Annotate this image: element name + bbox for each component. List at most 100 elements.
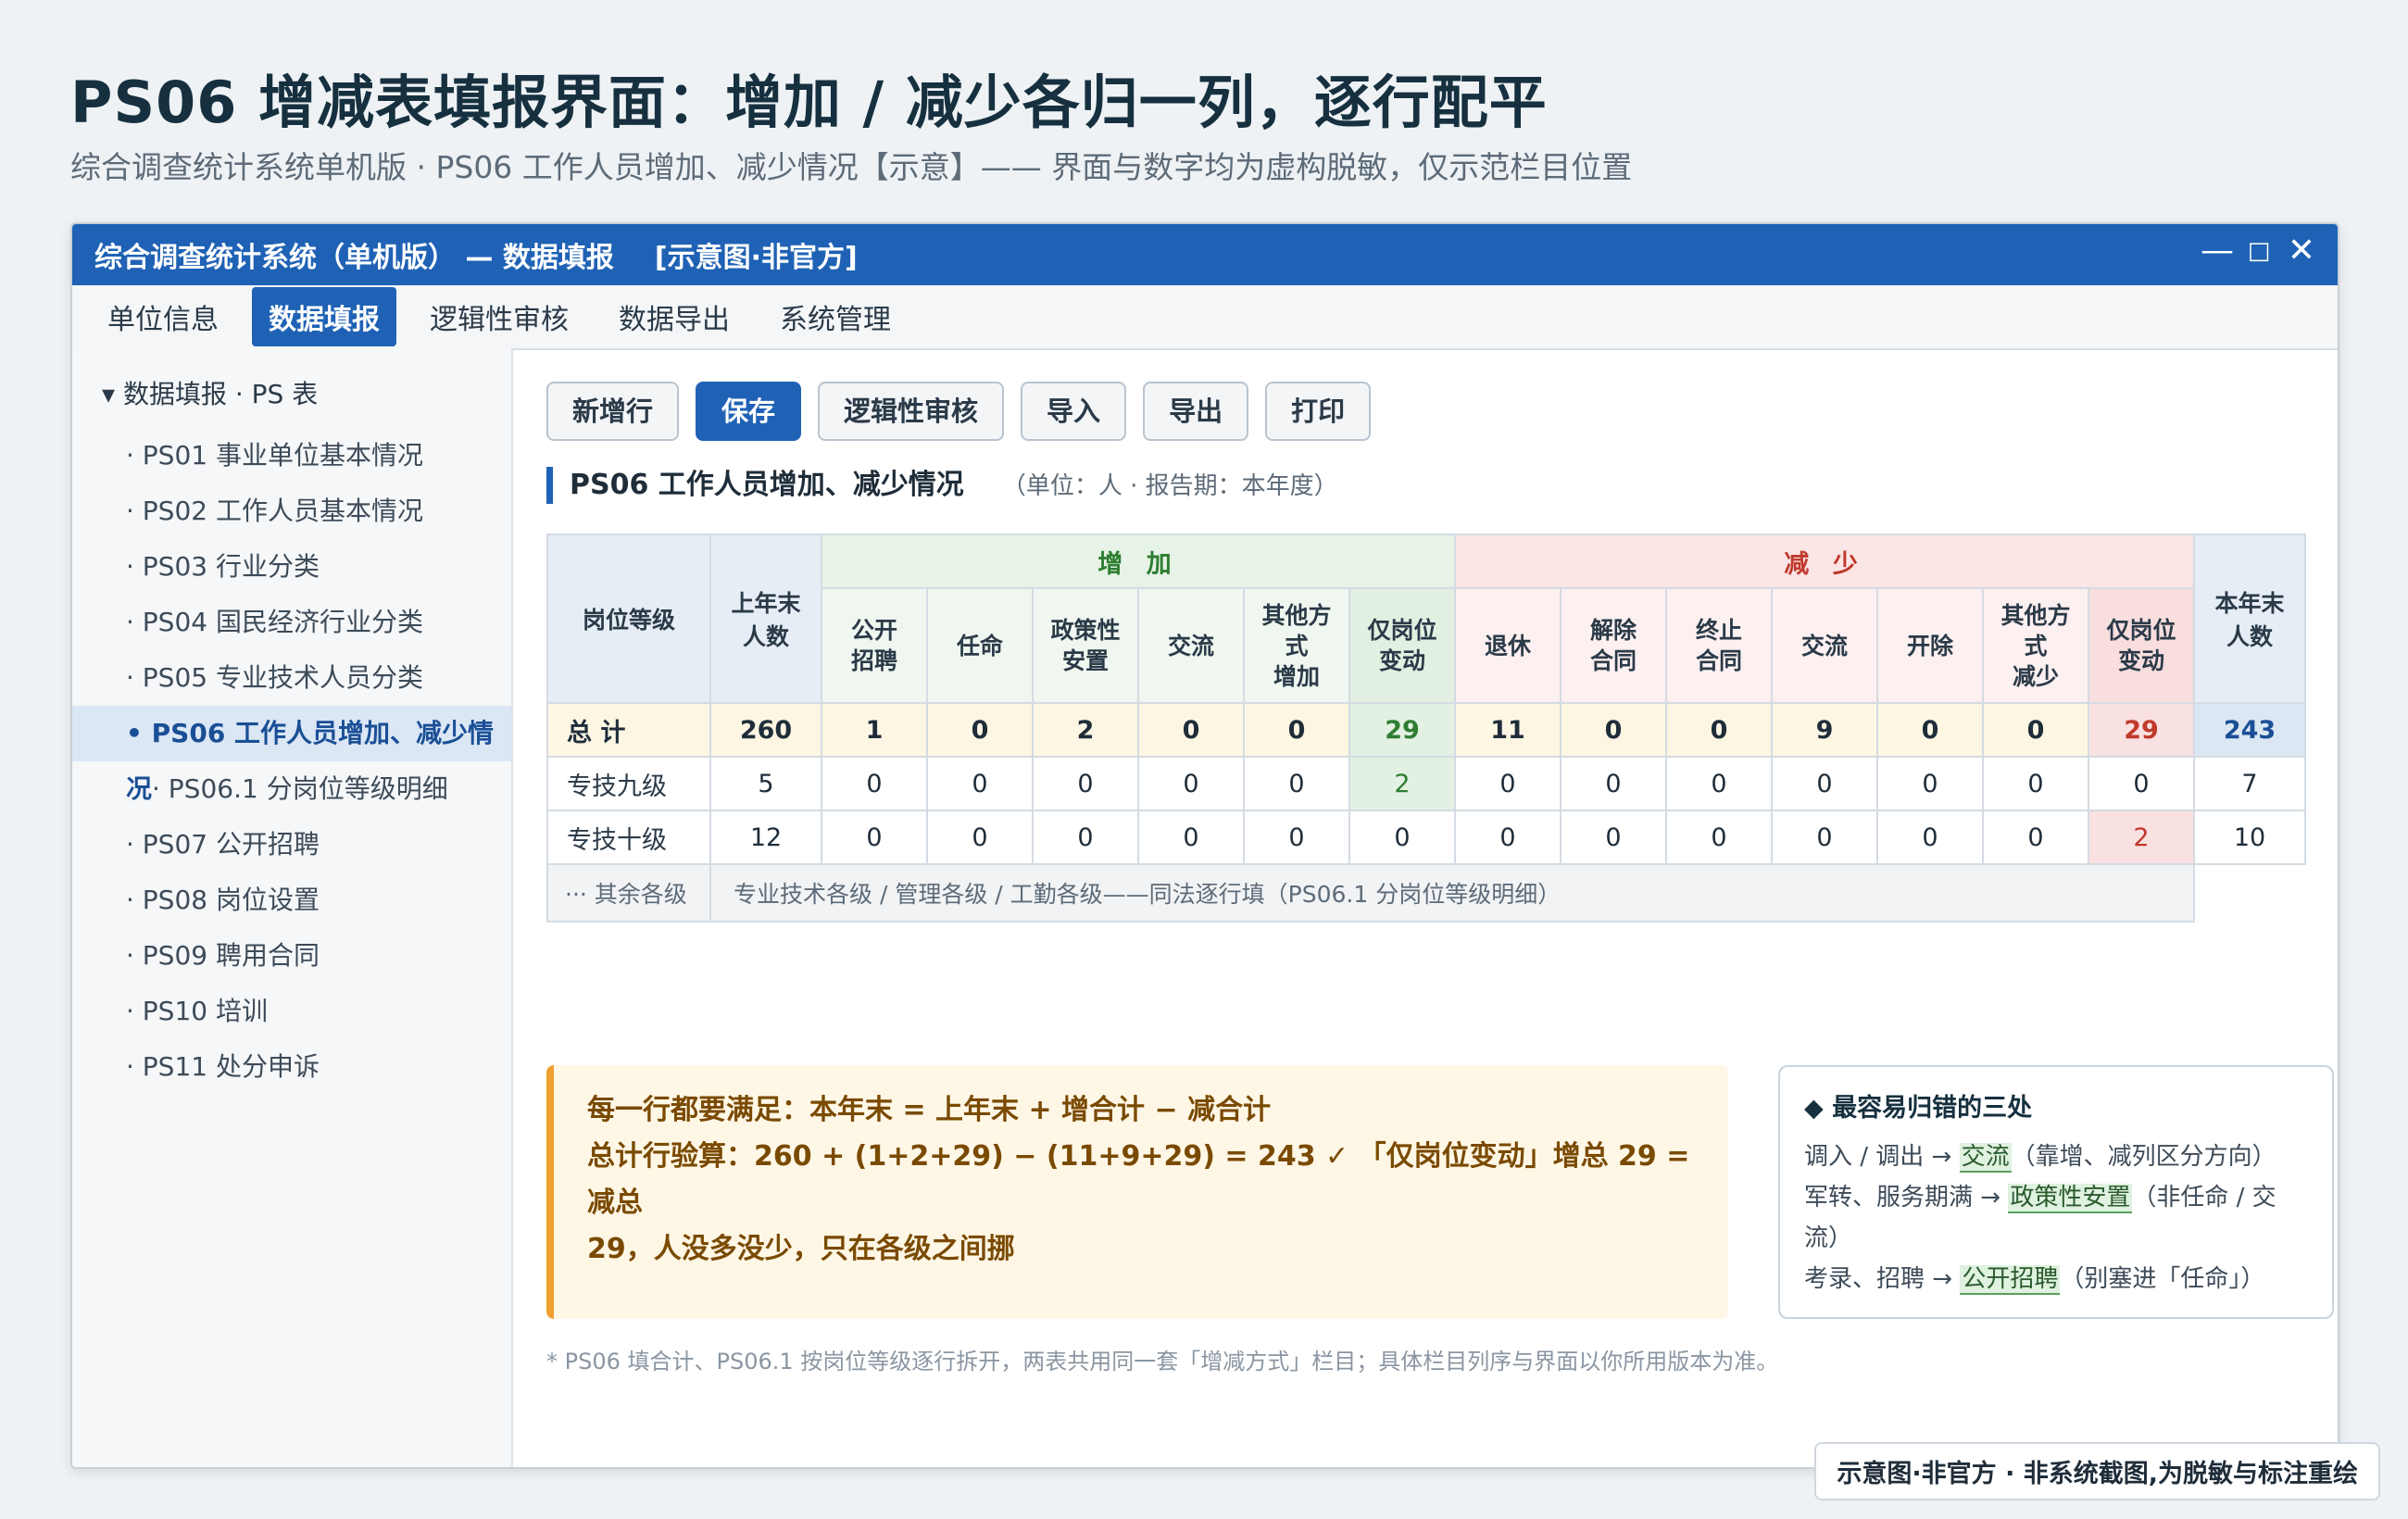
table-cell[interactable]: 0 — [1665, 756, 1773, 811]
sidebar-item-ps01[interactable]: · PS01 事业单位基本情况 — [72, 428, 511, 483]
table-cell[interactable]: 10 — [2193, 810, 2306, 865]
minimize-icon[interactable]: — — [2201, 232, 2234, 270]
table-cell[interactable]: 0 — [1665, 702, 1773, 758]
table-cell[interactable]: 0 — [1454, 810, 1561, 865]
table-cell[interactable]: 2 — [1032, 702, 1139, 758]
table-cell[interactable]: 0 — [1243, 756, 1350, 811]
header-dec-col: 交流 — [1771, 587, 1878, 704]
table-cell[interactable]: 0 — [1665, 810, 1773, 865]
header-inc-col: 公开 招聘 — [821, 587, 928, 704]
rule-box: 每一行都要满足：本年末 = 上年末 + 增合计 − 减合计 总计行验算：260 … — [546, 1065, 1728, 1319]
table-cell[interactable]: 0 — [1032, 810, 1139, 865]
header-inc-col-label: 增加 — [1273, 662, 1320, 690]
menu-system-admin[interactable]: 系统管理 — [763, 287, 908, 346]
table-cell[interactable]: 0 — [1137, 702, 1245, 758]
rule-line-1: 每一行都要满足：本年末 = 上年末 + 增合计 − 减合计 — [587, 1094, 1272, 1126]
menu-unit-info[interactable]: 单位信息 — [91, 287, 235, 346]
table-cell[interactable]: 0 — [821, 756, 928, 811]
table-cell[interactable]: 0 — [1876, 702, 1984, 758]
table-cell[interactable]: 0 — [926, 810, 1034, 865]
sidebar-item-ps08[interactable]: · PS08 岗位设置 — [72, 872, 511, 928]
sidebar-item-ps04[interactable]: · PS04 国民经济行业分类 — [72, 595, 511, 650]
table-cell[interactable]: 0 — [1243, 810, 1350, 865]
header-inc-col-label: 变动 — [1378, 647, 1425, 674]
header-dec-col-label: 其他方 — [2000, 601, 2071, 629]
header-year-end: 本年末 人数 — [2193, 534, 2306, 704]
table-cell[interactable]: 0 — [1982, 810, 2089, 865]
table-cell[interactable]: 0 — [1771, 810, 1878, 865]
table-cell[interactable]: 2 — [2088, 810, 2195, 865]
table-cell[interactable]: 0 — [2088, 756, 2195, 811]
table-cell[interactable]: 0 — [1771, 756, 1878, 811]
table-cell[interactable]: 2 — [1348, 756, 1456, 811]
table-cell[interactable]: 0 — [1137, 810, 1245, 865]
sidebar-item-ps10[interactable]: · PS10 培训 — [72, 984, 511, 1039]
header-level: 岗位等级 — [546, 534, 711, 704]
sidebar-item-ps09[interactable]: · PS09 聘用合同 — [72, 928, 511, 984]
section-title-text: PS06 工作人员增加、减少情况 — [570, 469, 964, 501]
header-dec-col: 终止 合同 — [1665, 587, 1773, 704]
disclaimer-badge: 示意图·非官方 · 非系统截图,为脱敏与标注重绘 — [1814, 1442, 2380, 1500]
header-inc-col: 交流 — [1137, 587, 1245, 704]
print-button[interactable]: 打印 — [1265, 382, 1372, 441]
header-inc-col-label: 公开 — [850, 617, 897, 644]
table-cell[interactable]: 0 — [1876, 756, 1984, 811]
table-cell[interactable]: 0 — [1560, 702, 1667, 758]
window-controls: — □ ✕ — [2201, 232, 2317, 270]
table-cell[interactable]: 0 — [1243, 702, 1350, 758]
add-row-button[interactable]: 新增行 — [546, 382, 680, 441]
menu-bar: 单位信息 数据填报 逻辑性审核 数据导出 系统管理 — [72, 285, 2338, 350]
table-cell[interactable]: 7 — [2193, 756, 2306, 811]
table-cell[interactable]: 260 — [709, 702, 822, 758]
close-icon[interactable]: ✕ — [2286, 232, 2317, 270]
tip-highlight: 政策性安置 — [2008, 1184, 2133, 1213]
table-cell[interactable]: 0 — [1032, 756, 1139, 811]
table-cell[interactable]: 0 — [1560, 756, 1667, 811]
header-dec-col-label: 合同 — [1695, 647, 1742, 674]
tip-post: （别塞进「任命」） — [2060, 1265, 2265, 1293]
table-cell[interactable]: 0 — [926, 756, 1034, 811]
sidebar-item-ps11[interactable]: · PS11 处分申诉 — [72, 1039, 511, 1095]
sidebar-item-ps02[interactable]: · PS02 工作人员基本情况 — [72, 483, 511, 539]
row-label: 总 计 — [546, 702, 711, 758]
table-cell[interactable]: 11 — [1454, 702, 1561, 758]
maximize-icon[interactable]: □ — [2243, 237, 2275, 265]
import-button[interactable]: 导入 — [1021, 382, 1127, 441]
header-dec-col-label: 开除 — [1906, 632, 1953, 659]
table-cell[interactable]: 0 — [821, 810, 928, 865]
header-inc-col: 政策性 安置 — [1032, 587, 1139, 704]
logic-check-button[interactable]: 逻辑性审核 — [818, 382, 1005, 441]
menu-data-entry[interactable]: 数据填报 — [252, 287, 396, 346]
table-cell[interactable]: 0 — [1560, 810, 1667, 865]
section-title: PS06 工作人员增加、减少情况 （单位：人 · 报告期：本年度） — [546, 467, 1338, 504]
header-inc-col-label: 式 — [1285, 632, 1309, 659]
table-cell[interactable]: 0 — [926, 702, 1034, 758]
table-cell[interactable]: 0 — [1348, 810, 1456, 865]
export-button[interactable]: 导出 — [1143, 382, 1249, 441]
tip-pre: 调入 / 调出 → — [1804, 1143, 1960, 1171]
table-cell[interactable]: 0 — [1982, 702, 2089, 758]
table-cell[interactable]: 0 — [1137, 756, 1245, 811]
table-cell[interactable]: 0 — [1876, 810, 1984, 865]
table-cell[interactable]: 29 — [2088, 702, 2195, 758]
row-label: 专技十级 — [546, 810, 711, 865]
table-cell[interactable]: 12 — [709, 810, 822, 865]
save-button[interactable]: 保存 — [696, 382, 802, 441]
sidebar-item-ps06[interactable]: • PS06 工作人员增加、减少情况 — [72, 706, 511, 804]
sidebar-item-ps05[interactable]: · PS05 专业技术人员分类 — [72, 650, 511, 706]
table-cell[interactable]: 1 — [821, 702, 928, 758]
table-cell[interactable]: 9 — [1771, 702, 1878, 758]
sidebar-item-ps03[interactable]: · PS03 行业分类 — [72, 539, 511, 595]
sidebar-item-ps07[interactable]: · PS07 公开招聘 — [72, 817, 511, 872]
table-cell[interactable]: 0 — [1982, 756, 2089, 811]
table-cell[interactable]: 243 — [2193, 702, 2306, 758]
table-cell[interactable]: 29 — [1348, 702, 1456, 758]
menu-data-export[interactable]: 数据导出 — [602, 287, 746, 346]
menu-logic-check[interactable]: 逻辑性审核 — [413, 287, 585, 346]
table-cell[interactable]: 5 — [709, 756, 822, 811]
table-cell[interactable]: 0 — [1454, 756, 1561, 811]
title-bar: 综合调查统计系统（单机版） — 数据填报 [示意图·非官方] — □ ✕ — [72, 224, 2338, 285]
rest-blank — [2194, 864, 2305, 922]
header-dec-col: 退休 — [1454, 587, 1561, 704]
sidebar-root[interactable]: ▾ 数据填报 · PS 表 — [72, 348, 511, 415]
